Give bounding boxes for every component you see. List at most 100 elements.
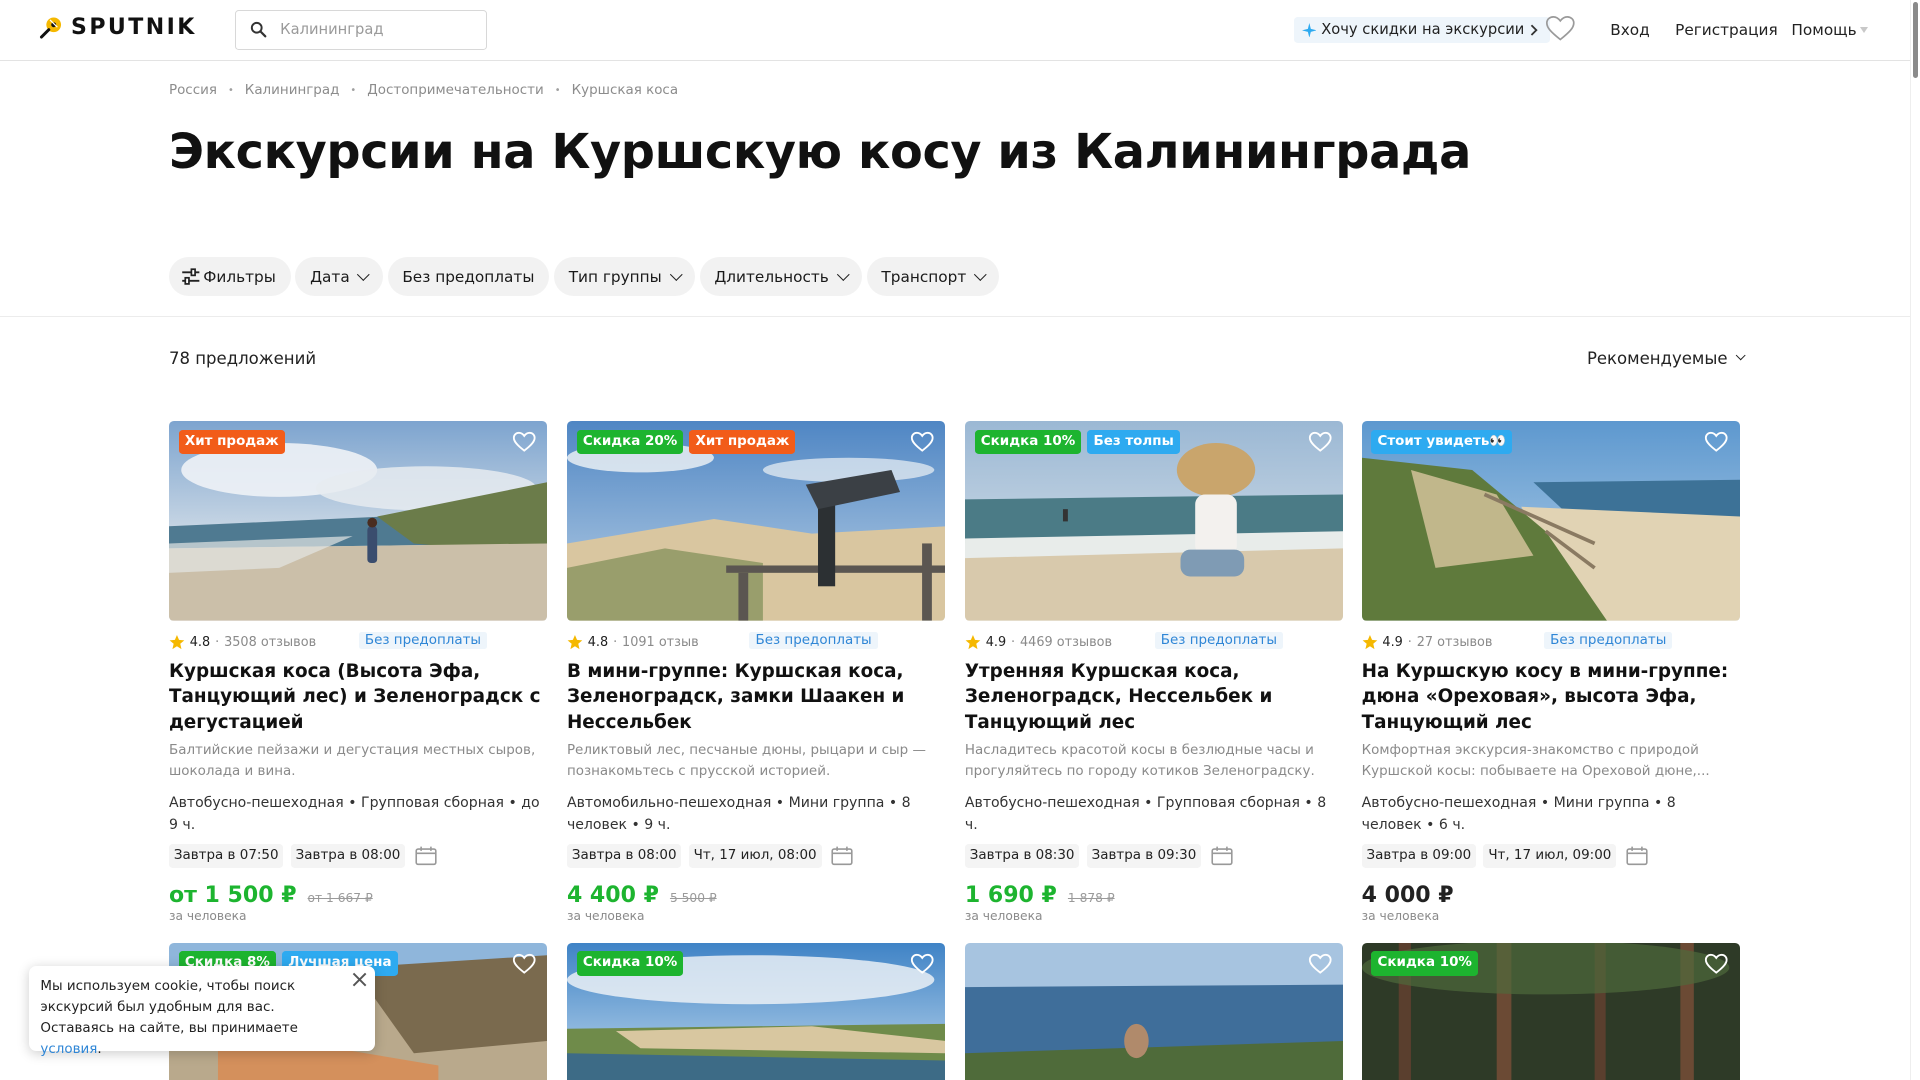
tour-photo[interactable] <box>964 942 1344 1080</box>
favorite-heart-icon[interactable] <box>1308 431 1332 453</box>
price-unit: за человека <box>964 909 1043 924</box>
tour-title[interactable]: Куршская коса (Высота Эфа, Танцующий лес… <box>169 659 547 736</box>
meta-separator: · <box>215 635 220 651</box>
help-menu[interactable]: Помощь <box>1791 21 1856 39</box>
tour-photo[interactable]: Хит продаж <box>168 421 548 621</box>
tour-card[interactable] <box>964 942 1344 1080</box>
tour-description: Комфортная экскурсия-знакомство с природ… <box>1361 742 1710 779</box>
breadcrumb-item[interactable]: Россия <box>169 83 217 98</box>
old-price: от 1 667 ₽ <box>307 890 373 905</box>
calendar-icon[interactable] <box>415 846 437 866</box>
price-row: от 1 500 ₽ от 1 667 ₽ <box>169 883 547 908</box>
tour-title[interactable]: В мини-группе: Куршская коса, Зеленоград… <box>567 659 945 736</box>
calendar-icon[interactable] <box>1211 846 1233 866</box>
sort-label: Рекомендуемые <box>1586 348 1728 368</box>
logo-text: SPUTNIK <box>71 14 197 40</box>
tour-photo[interactable]: Стоит увидеть👀 <box>1361 421 1740 621</box>
price-unit: за человека <box>566 909 645 924</box>
time-slot[interactable]: Завтра в 09:30 <box>1086 843 1202 869</box>
tour-photo[interactable]: Скидка 10% Без толпы <box>964 421 1344 621</box>
favorite-heart-icon[interactable] <box>910 431 934 453</box>
cookie-text-end: . <box>97 1041 102 1057</box>
scrollbar-thumb[interactable] <box>1912 2 1918 79</box>
favorite-heart-icon[interactable] <box>1704 431 1729 453</box>
favorite-heart-icon[interactable] <box>512 953 536 975</box>
tour-card[interactable]: Скидка 20% Хит продаж 4.8 · 1091 отзыв Б… <box>566 421 946 924</box>
sputnik-logo-icon <box>40 17 62 39</box>
calendar-icon[interactable] <box>831 846 853 866</box>
login-link[interactable]: Вход <box>1610 21 1649 39</box>
card-badges: Скидка 20% Хит продаж <box>576 429 796 455</box>
time-slot[interactable]: Завтра в 08:00 <box>566 843 682 869</box>
breadcrumb-item[interactable]: Куршская коса <box>572 83 679 98</box>
filters-button[interactable]: Фильтры <box>168 257 291 297</box>
tour-description: Насладитесь красотой косы в безлюдные ча… <box>964 742 1315 779</box>
card-badges: Скидка 10% <box>1371 951 1479 976</box>
chevron-down-icon <box>836 268 849 281</box>
breadcrumb: Россия • Калининград • Достопримечательн… <box>169 83 678 98</box>
favorites-heart-icon[interactable] <box>1545 15 1576 42</box>
calendar-icon[interactable] <box>1626 846 1648 866</box>
old-price: 5 500 ₽ <box>669 890 717 905</box>
card-meta: 4.9 · 4469 отзывов Без предоплаты <box>965 631 1343 651</box>
chevron-down-icon <box>1735 350 1747 362</box>
badge-discount: Скидка 20% <box>576 429 684 455</box>
breadcrumb-item[interactable]: Достопримечательности <box>367 83 544 98</box>
close-icon[interactable] <box>351 971 368 988</box>
scrollbar-track[interactable] <box>1910 0 1920 1080</box>
favorite-heart-icon[interactable] <box>1704 953 1729 975</box>
price: 4 000 ₽ <box>1361 882 1454 908</box>
promo-discounts-button[interactable]: Хочу скидки на экскурсии <box>1294 17 1551 43</box>
card-badges: Хит продаж <box>178 429 285 455</box>
star-icon <box>1362 635 1377 650</box>
reviews-count[interactable]: 27 отзывов <box>1417 635 1493 650</box>
favorite-heart-icon[interactable] <box>910 953 934 975</box>
tour-card[interactable]: Стоит увидеть👀 4.9 · 27 отзывов Без пред… <box>1361 421 1740 923</box>
tour-card[interactable]: Скидка 10% Без толпы 4.9 · 4469 отзывов … <box>964 421 1344 924</box>
favorite-heart-icon[interactable] <box>1308 953 1332 975</box>
tour-photo[interactable]: Скидка 20% Хит продаж <box>566 421 946 621</box>
search-icon[interactable] <box>236 11 280 49</box>
breadcrumb-item[interactable]: Калининград <box>245 83 340 98</box>
card-badges: Стоит увидеть👀 <box>1371 429 1513 455</box>
reviews-count[interactable]: 4469 отзывов <box>1020 635 1112 650</box>
time-slot[interactable]: Завтра в 09:00 <box>1361 843 1477 869</box>
time-slot[interactable]: Завтра в 07:50 <box>168 843 284 869</box>
time-slot[interactable]: Завтра в 08:00 <box>290 843 406 869</box>
tour-card[interactable]: Хит продаж 4.8 · 3508 отзывов Без предоп… <box>168 421 548 923</box>
chevron-down-icon <box>974 268 987 281</box>
time-slots: Завтра в 09:00 Чт, 17 июл, 09:00 <box>1361 843 1740 869</box>
cookie-terms-link[interactable]: условия <box>40 1042 97 1057</box>
tour-photo[interactable]: Скидка 10% <box>1361 942 1740 1080</box>
time-slot[interactable]: Чт, 17 июл, 08:00 <box>688 843 822 869</box>
filter-no-prepay[interactable]: Без предоплаты <box>387 257 550 297</box>
tour-photo[interactable]: Скидка 10% <box>566 942 946 1080</box>
sort-dropdown[interactable]: Рекомендуемые <box>1586 348 1747 368</box>
badge-discount: Скидка 10% <box>1371 951 1479 976</box>
search-box[interactable] <box>235 9 488 51</box>
register-link[interactable]: Регистрация <box>1675 21 1778 39</box>
time-slot[interactable]: Чт, 17 июл, 09:00 <box>1483 843 1617 869</box>
no-prepay-tag: Без предоплаты <box>358 631 488 650</box>
search-input[interactable] <box>280 21 464 39</box>
sparkle-icon <box>1301 22 1317 38</box>
filter-date[interactable]: Дата <box>295 257 383 297</box>
badge-no-crowd: Без толпы <box>1087 429 1180 455</box>
tour-card[interactable]: Скидка 10% <box>566 942 946 1080</box>
filter-duration[interactable]: Длительность <box>699 257 862 297</box>
tour-card[interactable]: Скидка 10% <box>1361 942 1740 1080</box>
favorite-heart-icon[interactable] <box>512 431 536 453</box>
filter-transport-label: Транспорт <box>881 267 967 286</box>
tour-title[interactable]: Утренняя Куршская коса, Зеленоградск, Не… <box>965 659 1343 736</box>
filter-transport[interactable]: Транспорт <box>866 257 1000 297</box>
reviews-count[interactable]: 1091 отзыв <box>622 635 699 650</box>
badge-discount: Скидка 10% <box>974 429 1082 455</box>
breadcrumb-separator: • <box>350 85 357 97</box>
reviews-count[interactable]: 3508 отзывов <box>224 635 316 650</box>
filters-label: Фильтры <box>203 267 276 286</box>
time-slot[interactable]: Завтра в 08:30 <box>964 843 1080 869</box>
logo[interactable]: SPUTNIK <box>39 15 197 40</box>
tour-title[interactable]: На Куршскую косу в мини-группе: дюна «Ор… <box>1362 659 1740 736</box>
filter-bar: Фильтры Дата Без предоплаты Тип группы Д… <box>168 257 1000 297</box>
filter-group-type[interactable]: Тип группы <box>554 257 695 297</box>
